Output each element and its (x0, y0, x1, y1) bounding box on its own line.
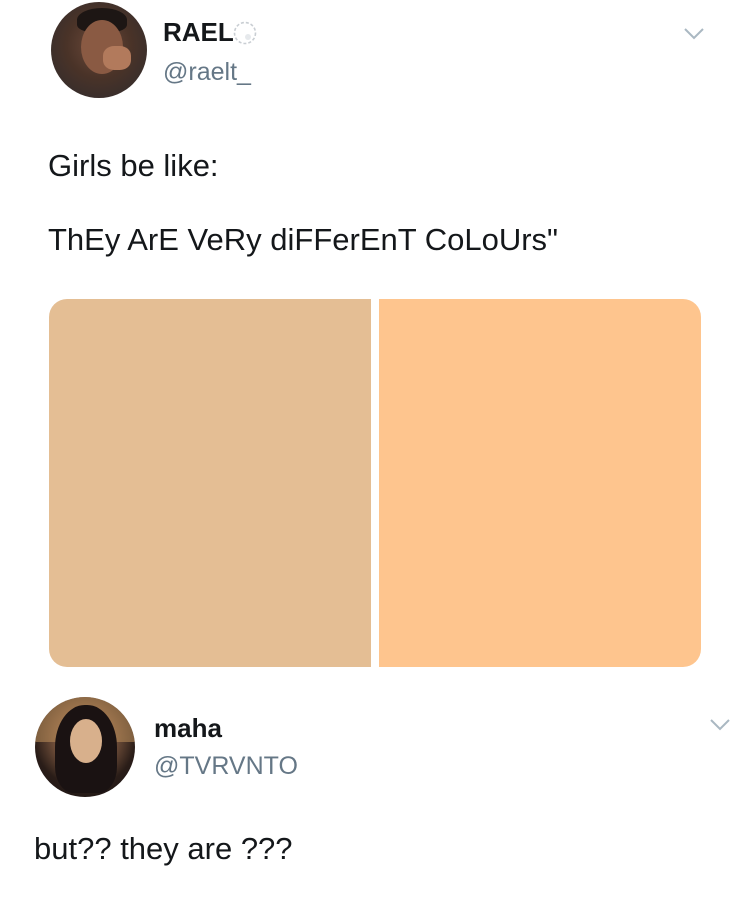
color-swatch-right[interactable] (379, 299, 701, 667)
tweet-text-line: Girls be like: (48, 148, 219, 183)
tweet-maha: maha @TVRVNTO but?? they are ??? (0, 690, 750, 901)
user-handle[interactable]: @TVRVNTO (154, 752, 298, 781)
avatar[interactable] (35, 697, 135, 797)
tweet-media[interactable] (49, 299, 701, 667)
chevron-down-icon[interactable] (683, 27, 705, 41)
color-swatch-left[interactable] (49, 299, 371, 667)
chevron-down-icon[interactable] (709, 718, 731, 732)
display-name[interactable]: maha (154, 713, 222, 744)
avatar[interactable] (51, 2, 147, 98)
cloud-emoji-icon (233, 21, 257, 45)
display-name[interactable]: RAEL (163, 17, 234, 48)
tweet-text-line: ThEy ArE VeRy diFFerEnT CoLoUrs" (48, 222, 559, 257)
tweet-rael: RAEL @raelt_ Girls be like: ThEy ArE VeR… (0, 0, 750, 690)
user-handle[interactable]: @raelt_ (163, 58, 251, 87)
tweet-text-line: but?? they are ??? (34, 831, 293, 866)
